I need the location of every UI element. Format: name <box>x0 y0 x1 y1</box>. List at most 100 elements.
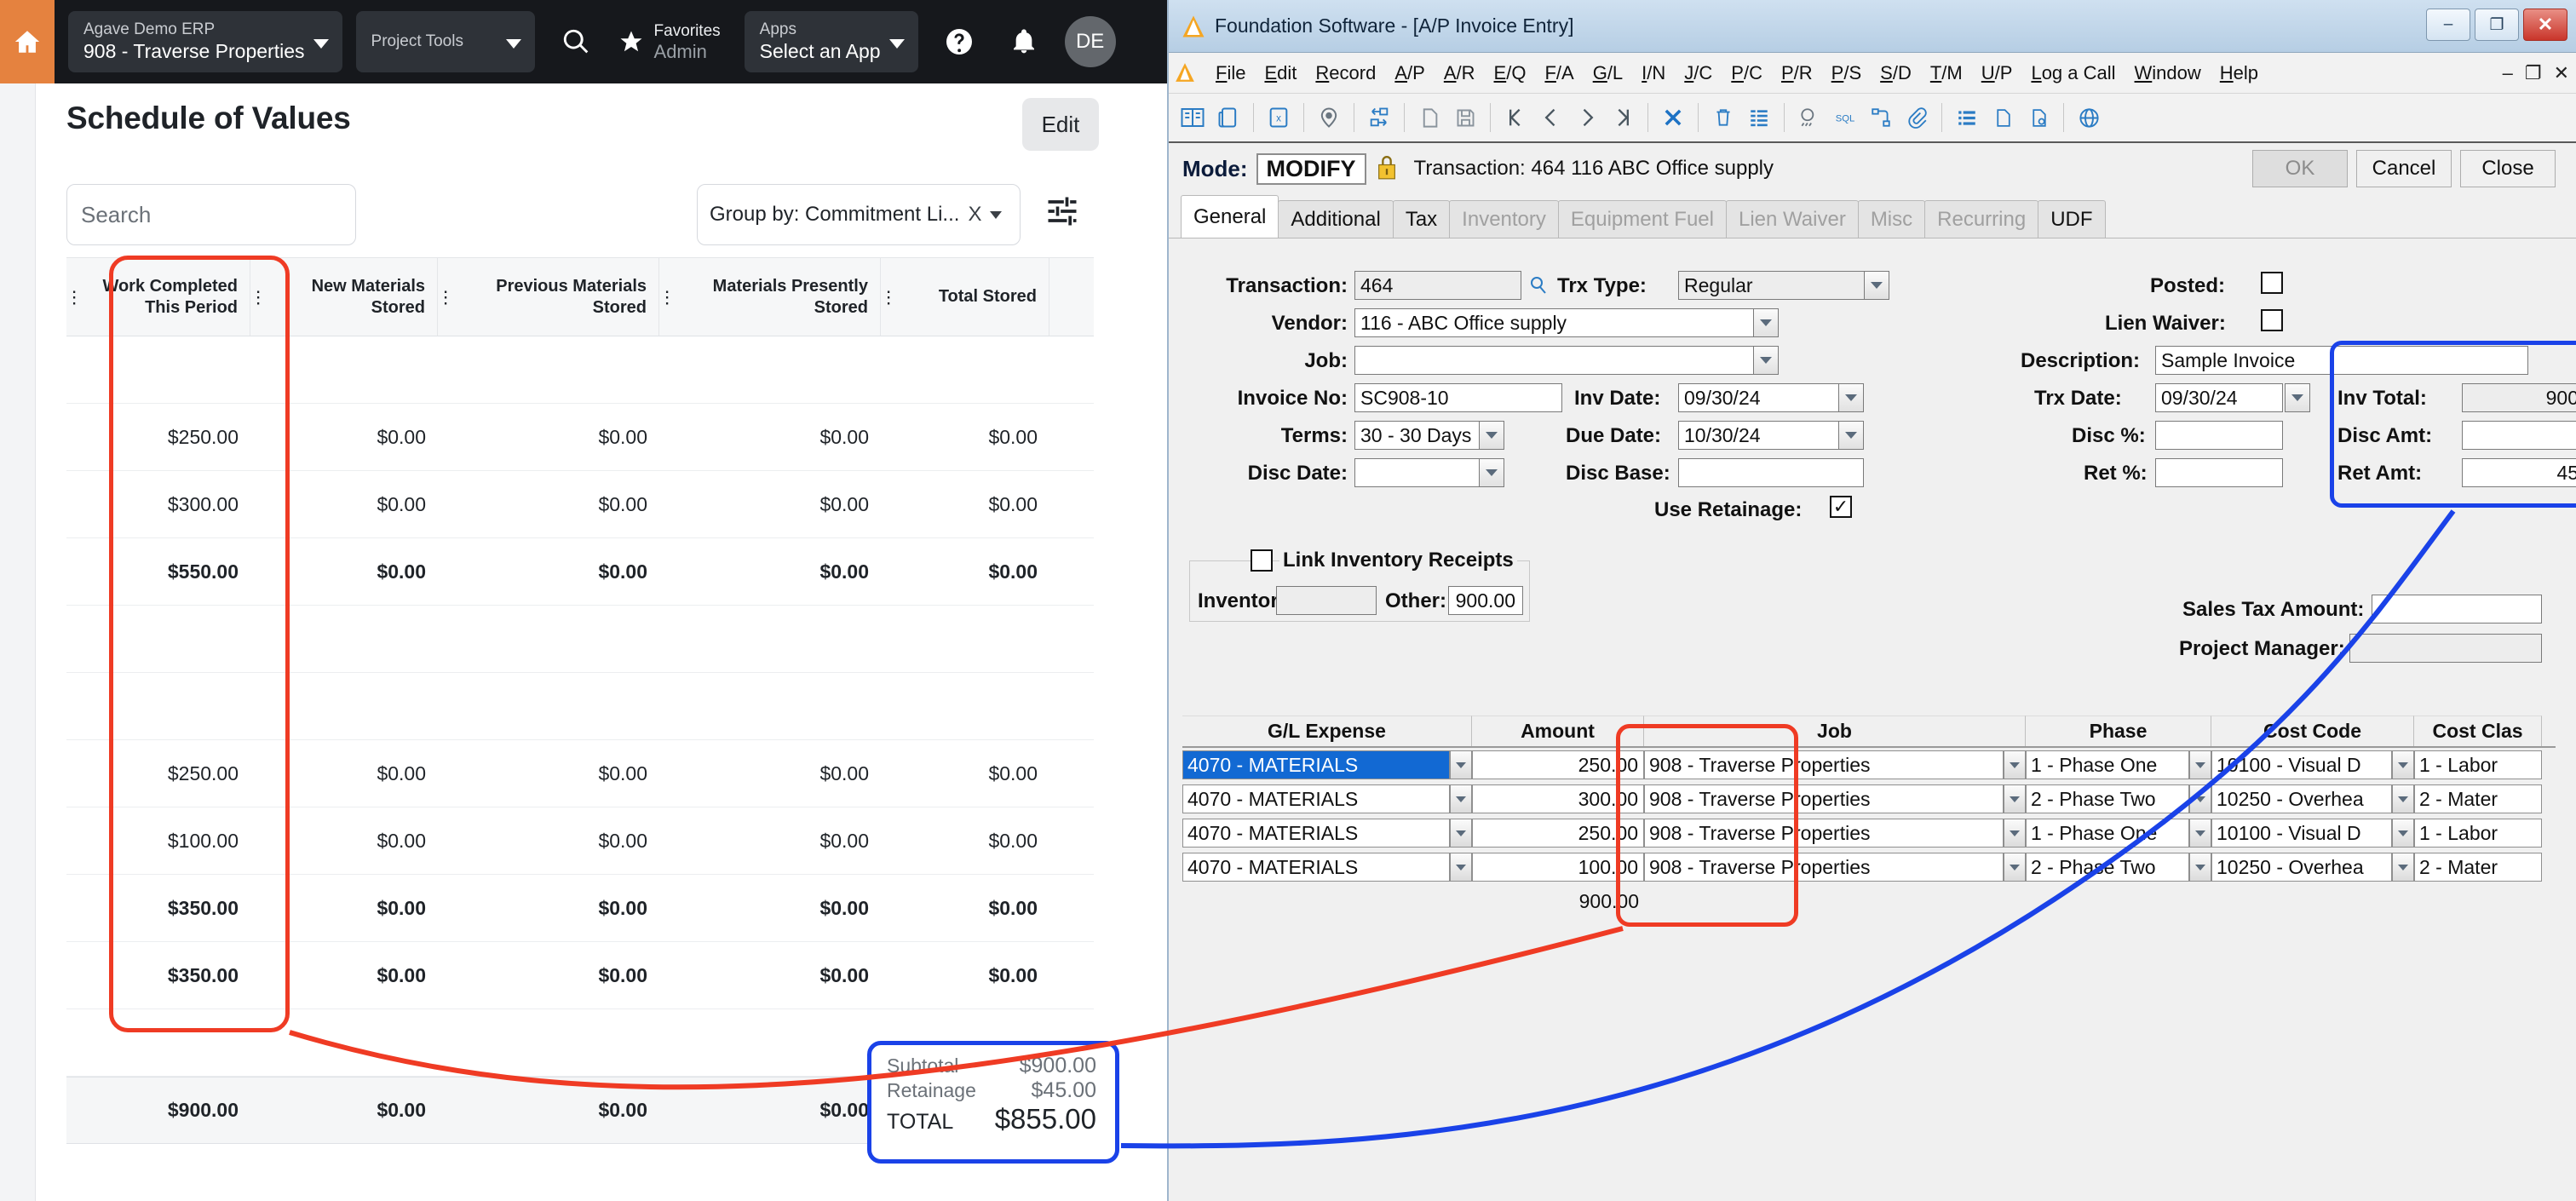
grid-cell-gl-expense[interactable]: 4070 - MATERIALS <box>1182 851 1472 883</box>
disc-pct-field[interactable] <box>2155 421 2283 450</box>
search-input[interactable] <box>81 201 366 228</box>
cost-class-value[interactable]: 2 - Mater <box>2414 784 2542 813</box>
table-row[interactable] <box>66 606 1094 673</box>
grid-col-cost-class[interactable]: Cost Clas <box>2414 715 2542 746</box>
disc-base-field[interactable] <box>1678 458 1864 487</box>
trx-date-field[interactable]: 09/30/24 <box>2155 383 2283 412</box>
menu-file[interactable]: File <box>1206 62 1255 84</box>
grid-col-amount[interactable]: Amount <box>1472 715 1644 746</box>
search-input-wrapper[interactable] <box>66 184 366 245</box>
column-grip[interactable]: ⋮ <box>436 258 455 336</box>
menu-f-a[interactable]: F/A <box>1535 62 1583 84</box>
grid-view-icon[interactable] <box>1742 101 1776 135</box>
column-header-materials-presently-stored[interactable]: Materials Presently Stored <box>675 258 881 336</box>
sales-tax-amount-field[interactable] <box>2372 595 2542 623</box>
gl-expense-value[interactable]: 4070 - MATERIALS <box>1182 750 1450 779</box>
gl-expense-value[interactable]: 4070 - MATERIALS <box>1182 853 1450 882</box>
table-row[interactable]: $100.00 $0.00 $0.00 $0.00 $0.00 <box>66 807 1094 875</box>
other-field[interactable]: 900.00 <box>1448 586 1523 615</box>
phase-value[interactable]: 1 - Phase One <box>2026 750 2189 779</box>
table-row[interactable]: $550.00 $0.00 $0.00 $0.00 $0.00 <box>66 538 1094 606</box>
grid-cell-phase[interactable]: 1 - Phase One <box>2026 749 2211 781</box>
tab-tax[interactable]: Tax <box>1392 200 1451 238</box>
phase-value[interactable]: 2 - Phase Two <box>2026 853 2189 882</box>
grid-cell-amount[interactable]: 300.00 <box>1472 783 1644 815</box>
cost-code-dropdown[interactable] <box>2392 853 2414 882</box>
grid-row[interactable]: 4070 - MATERIALS 300.00 908 - Traverse Pro… <box>1182 782 2556 816</box>
table-row[interactable]: $250.00 $0.00 $0.00 $0.00 $0.00 <box>66 740 1094 807</box>
tab-additional[interactable]: Additional <box>1278 200 1394 238</box>
menu-t-m[interactable]: T/M <box>1921 62 1972 84</box>
grid-cell-cost-code[interactable]: 10250 - Overhea <box>2211 783 2414 815</box>
table-row[interactable] <box>66 336 1094 404</box>
grid-cell-job[interactable]: 908 - Traverse Properties <box>1644 817 2026 849</box>
description-field[interactable]: Sample Invoice <box>2155 346 2528 375</box>
cost-code-dropdown[interactable] <box>2392 750 2414 779</box>
inv-total-field[interactable]: 900.00 <box>2462 383 2576 412</box>
terms-dropdown[interactable] <box>1479 421 1504 450</box>
table-row[interactable]: $250.00 $0.00 $0.00 $0.00 $0.00 <box>66 404 1094 471</box>
phase-value[interactable]: 2 - Phase Two <box>2026 784 2189 813</box>
inv-date-field[interactable]: 09/30/24 <box>1678 383 1864 412</box>
cancel-x-icon[interactable] <box>1656 101 1690 135</box>
grid-cell-cost-class[interactable]: 1 - Labor <box>2414 817 2542 849</box>
menu-i-n[interactable]: I/N <box>1632 62 1675 84</box>
gl-expense-dropdown[interactable] <box>1450 784 1472 813</box>
job-value[interactable]: 908 - Traverse Properties <box>1644 819 2004 848</box>
lock-icon[interactable] <box>1375 153 1400 184</box>
project-tools-select[interactable]: Project Tools <box>355 11 535 72</box>
home-button[interactable] <box>0 0 55 83</box>
trx-date-dropdown[interactable] <box>2285 383 2310 412</box>
link-inventory-checkbox[interactable] <box>1251 549 1273 572</box>
favorites-menu[interactable]: Favorites Admin <box>618 21 721 63</box>
gl-expense-dropdown[interactable] <box>1450 853 1472 882</box>
menu-help[interactable]: Help <box>2211 62 2268 84</box>
grid-cell-cost-code[interactable]: 10250 - Overhea <box>2211 851 2414 883</box>
search-button[interactable] <box>552 18 600 66</box>
new-document-icon[interactable] <box>1412 101 1446 135</box>
company-project-select[interactable]: Agave Demo ERP 908 - Traverse Properties <box>68 11 342 72</box>
chevron-down-icon[interactable] <box>990 210 1003 219</box>
sql-icon[interactable]: SQL <box>1828 101 1862 135</box>
help-button[interactable] <box>935 18 983 66</box>
job-dropdown[interactable] <box>2004 784 2026 813</box>
cost-class-value[interactable]: 2 - Mater <box>2414 853 2542 882</box>
grid-cell-gl-expense[interactable]: 4070 - MATERIALS <box>1182 817 1472 849</box>
grid-cell-cost-class[interactable]: 1 - Labor <box>2414 749 2542 781</box>
find-icon[interactable] <box>1792 101 1826 135</box>
mdi-restore[interactable]: ❐ <box>2525 62 2542 84</box>
ret-pct-field[interactable] <box>2155 458 2283 487</box>
phase-dropdown[interactable] <box>2189 784 2211 813</box>
menu-u-p[interactable]: U/P <box>1972 62 2022 84</box>
vendor-field[interactable]: 116 - ABC Office supply <box>1354 308 1779 337</box>
grid-cell-cost-class[interactable]: 2 - Mater <box>2414 851 2542 883</box>
grid-row[interactable]: 4070 - MATERIALS 250.00 908 - Traverse Pro… <box>1182 816 2556 850</box>
grid-cell-phase[interactable]: 1 - Phase One <box>2026 817 2211 849</box>
menu-log-a-call[interactable]: Log a Call <box>2021 62 2125 84</box>
grid-cell-amount[interactable]: 250.00 <box>1472 749 1644 781</box>
cost-class-value[interactable]: 1 - Labor <box>2414 819 2542 848</box>
menu-g-l[interactable]: G/L <box>1584 62 1632 84</box>
menu-p-r[interactable]: P/R <box>1772 62 1822 84</box>
delete-trash-icon[interactable] <box>1706 101 1740 135</box>
trx-type-dropdown[interactable] <box>1864 271 1889 300</box>
due-date-field[interactable]: 10/30/24 <box>1678 421 1864 450</box>
close-button[interactable]: Close <box>2460 150 2556 187</box>
next-record-icon[interactable] <box>1570 101 1604 135</box>
menu-record[interactable]: Record <box>1306 62 1385 84</box>
menu-edit[interactable]: Edit <box>1255 62 1306 84</box>
copy-window-icon[interactable] <box>1211 101 1245 135</box>
menu-p-c[interactable]: P/C <box>1722 62 1772 84</box>
gl-expense-value[interactable]: 4070 - MATERIALS <box>1182 819 1450 848</box>
transfer-icon[interactable] <box>1362 101 1396 135</box>
lien-waiver-checkbox[interactable] <box>2261 309 2283 331</box>
grid-cell-phase[interactable]: 2 - Phase Two <box>2026 783 2211 815</box>
gl-expense-dropdown[interactable] <box>1450 750 1472 779</box>
column-grip[interactable]: ⋮ <box>65 258 83 336</box>
tab-general[interactable]: General <box>1181 195 1279 238</box>
menu-e-q[interactable]: E/Q <box>1485 62 1536 84</box>
project-manager-field[interactable] <box>2349 634 2542 663</box>
amount-value[interactable]: 300.00 <box>1472 784 1644 813</box>
close-record-icon[interactable]: x <box>1262 101 1296 135</box>
cost-code-value[interactable]: 10250 - Overhea <box>2211 853 2392 882</box>
